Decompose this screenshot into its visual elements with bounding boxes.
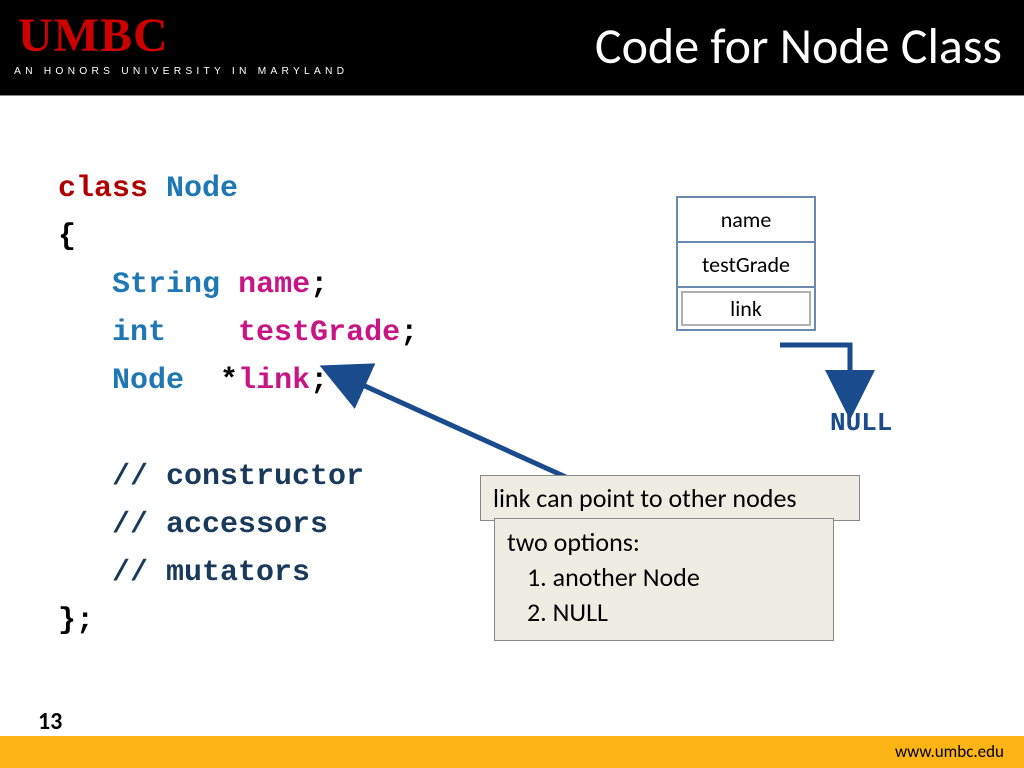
semi2: ;: [400, 316, 418, 350]
comment-constructor: // constructor: [112, 460, 364, 494]
footer-url: www.umbc.edu: [895, 741, 1004, 762]
logo-text: UMBC: [18, 9, 169, 62]
null-label: NULL: [830, 408, 892, 438]
callout-link-explain: link can point to other nodes: [480, 475, 860, 521]
lbrace: {: [58, 220, 76, 254]
footer-bar: [0, 736, 1024, 768]
field-link: link: [238, 364, 310, 398]
type-string: String: [112, 268, 220, 302]
slide-title: Code for Node Class: [595, 16, 1002, 77]
diagram-cell-link: link: [681, 291, 811, 326]
semi3: ;: [310, 364, 328, 398]
type-node-ptr: Node: [112, 364, 184, 398]
option-1: 1. another Node: [507, 560, 821, 595]
diagram-cell-testgrade: testGrade: [678, 243, 814, 288]
diagram-cell-link-outer: link: [678, 291, 814, 326]
umbc-logo: UMBC: [18, 8, 169, 63]
comment-mutators: // mutators: [112, 556, 310, 590]
arrow-callout-to-link: [338, 370, 588, 490]
callout-options: two options: 1. another Node 2. NULL: [494, 518, 834, 641]
field-testgrade: testGrade: [238, 316, 400, 350]
type-int: int: [112, 316, 166, 350]
field-name: name: [238, 268, 310, 302]
slide-number: 13: [38, 707, 62, 736]
comment-accessors: // accessors: [112, 508, 328, 542]
semi1: ;: [310, 268, 328, 302]
slide-header: UMBC AN HONORS UNIVERSITY IN MARYLAND Co…: [0, 0, 1024, 96]
diagram-cell-name: name: [678, 198, 814, 243]
option-2: 2. NULL: [507, 595, 821, 630]
logo-tagline: AN HONORS UNIVERSITY IN MARYLAND: [14, 66, 348, 77]
node-diagram: name testGrade link: [676, 196, 816, 331]
options-title: two options:: [507, 525, 821, 560]
keyword-class: class: [58, 172, 148, 206]
type-node: Node: [166, 172, 238, 206]
star: *: [220, 364, 238, 398]
rbrace: };: [58, 604, 94, 638]
